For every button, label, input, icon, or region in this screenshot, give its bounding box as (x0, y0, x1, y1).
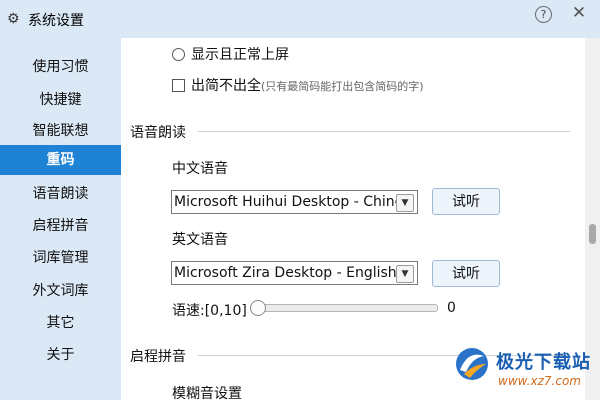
english-listen-button[interactable]: 试听 (432, 260, 500, 287)
chevron-down-icon[interactable]: ▼ (396, 194, 414, 212)
checkbox-simplified-only[interactable]: 出简不出全(只有最简码能打出包含简码的字) (172, 75, 424, 95)
section-divider (198, 131, 570, 132)
checkbox-note: (只有最简码能打出包含简码的字) (261, 80, 424, 93)
sidebar-item-foreign-dictionary[interactable]: 外文词库 (0, 276, 121, 306)
english-voice-value: Microsoft Zira Desktop - English (174, 265, 396, 281)
sidebar-item-qicheng-pinyin[interactable]: 启程拼音 (0, 211, 121, 241)
gear-icon: ⚙ (7, 11, 20, 27)
section-title-voice: 语音朗读 (130, 125, 186, 141)
speed-label: 语速:[0,10] (172, 303, 247, 319)
help-button[interactable]: ? (535, 6, 552, 23)
chinese-listen-button[interactable]: 试听 (432, 188, 500, 215)
sidebar-item-usage-habits[interactable]: 使用习惯 (0, 52, 121, 82)
radio-show-normal[interactable]: 显示且正常上屏 (172, 44, 289, 64)
speed-value: 0 (447, 300, 456, 316)
chinese-voice-select[interactable]: Microsoft Huihui Desktop - Chinese ▼ (171, 190, 418, 214)
watermark: 极光下载站 www.xz7.com (448, 340, 598, 400)
watermark-name: 极光下载站 (496, 352, 591, 373)
sidebar-item-duplicate-codes[interactable]: 重码 (0, 145, 121, 175)
sidebar-item-about[interactable]: 关于 (0, 340, 121, 370)
checkbox-label: 出简不出全 (191, 78, 261, 94)
watermark-url: www.xz7.com (498, 374, 581, 388)
title-bar: ⚙ 系统设置 ? ✕ (0, 0, 600, 38)
sidebar: 使用习惯 快捷键 智能联想 重码 语音朗读 启程拼音 词库管理 外文词库 其它 … (0, 38, 121, 400)
aurora-logo-icon (456, 348, 488, 380)
sidebar-item-dictionary-management[interactable]: 词库管理 (0, 243, 121, 273)
radio-label: 显示且正常上屏 (191, 47, 289, 63)
fuzzy-sound-settings[interactable]: 模糊音设置 (172, 383, 242, 400)
english-voice-label: 英文语音 (172, 232, 228, 248)
chinese-voice-value: Microsoft Huihui Desktop - Chinese (174, 194, 396, 210)
sidebar-item-voice-reading[interactable]: 语音朗读 (0, 179, 121, 209)
window-title: 系统设置 (28, 13, 84, 29)
checkbox[interactable] (172, 78, 185, 92)
chinese-voice-label: 中文语音 (172, 161, 228, 177)
radio-button[interactable] (172, 47, 185, 61)
sidebar-item-smart-association[interactable]: 智能联想 (0, 116, 121, 146)
scrollbar-thumb[interactable] (589, 224, 596, 244)
close-icon: ✕ (571, 3, 587, 23)
close-button[interactable]: ✕ (569, 3, 589, 23)
speed-slider-track[interactable] (250, 304, 438, 312)
section-title-pinyin: 启程拼音 (130, 349, 186, 365)
sidebar-item-shortcuts[interactable]: 快捷键 (0, 85, 121, 115)
sidebar-item-other[interactable]: 其它 (0, 308, 121, 338)
chevron-down-icon[interactable]: ▼ (396, 265, 414, 283)
english-voice-select[interactable]: Microsoft Zira Desktop - English ▼ (171, 261, 418, 285)
speed-slider-thumb[interactable] (250, 300, 266, 316)
